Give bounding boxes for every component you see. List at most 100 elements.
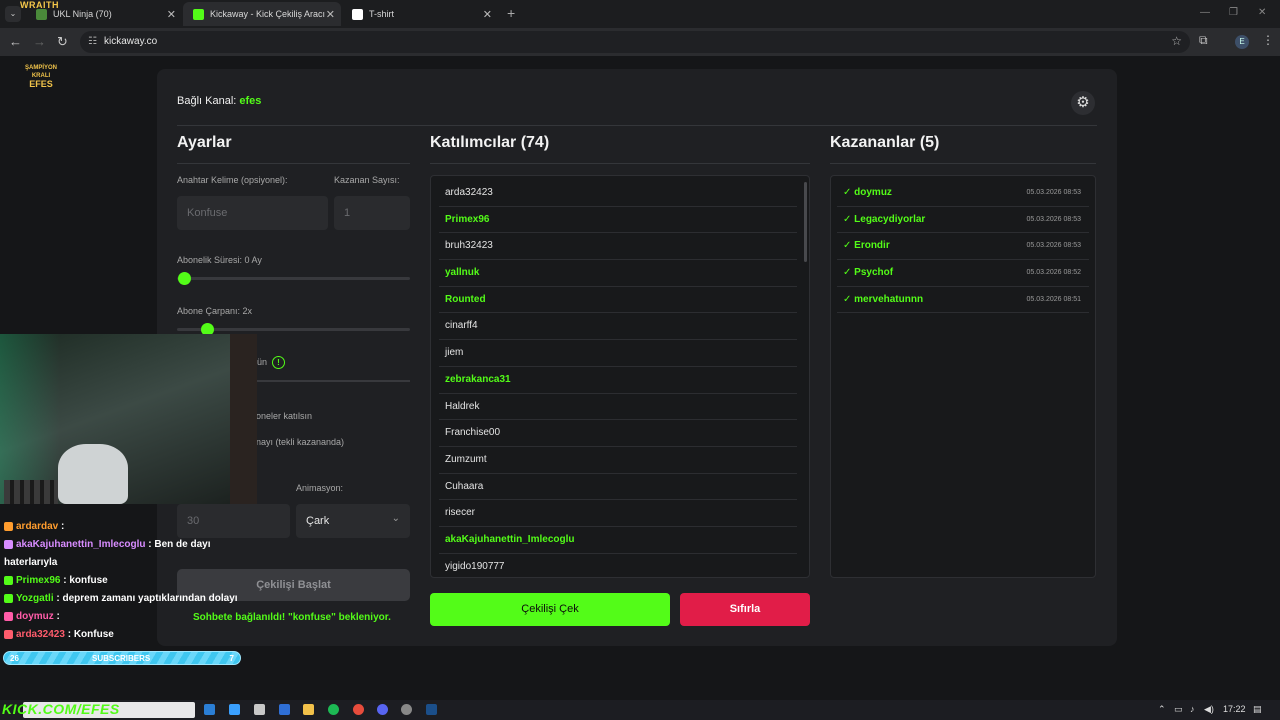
chat-text: : konfuse (60, 575, 108, 586)
windows-taskbar: KICK.COM/EFES ⌃ ▭ ♪ ◀) 17:22 ▤ (0, 700, 1280, 720)
chevron-down-icon: ⌄ (391, 513, 400, 524)
chat-message: doymuz : (4, 608, 254, 626)
kick-favicon-icon (193, 8, 204, 20)
participant-row: Rounted (439, 287, 797, 314)
network-icon[interactable]: ▭ (1174, 704, 1183, 715)
chat-message: Yozgatli : deprem zamanı yaptıklarından … (4, 590, 254, 608)
forward-icon[interactable]: → (33, 34, 46, 49)
subscribers-goal-bar: 26 SUBSCRIBERS 7 (3, 651, 241, 665)
settings-gear-icon[interactable]: ⚙ (1071, 91, 1095, 115)
new-tab-icon[interactable]: + (507, 5, 515, 21)
participant-row: akaKajuhanettin_Imlecoglu (439, 527, 797, 554)
channel-logo: ŞAMPİYON KRALI EFES (24, 65, 57, 89)
minimize-icon[interactable]: — (1200, 7, 1210, 18)
participant-row: bruh32423 (439, 233, 797, 261)
participant-row: Primex96 (439, 207, 797, 234)
winner-row: ✓ Legacydiyorlar 05.03.2026 08:53 (837, 207, 1089, 234)
profile-avatar[interactable]: E (1235, 35, 1249, 49)
keyword-label: Anahtar Kelime (opsiyonel): (177, 175, 288, 185)
microphone-icon[interactable]: ♪ (1190, 704, 1195, 714)
participants-list[interactable]: arda32423 Primex96 bruh32423 yallnuk Rounted… (430, 175, 810, 578)
reset-button[interactable]: Sıfırla (680, 593, 810, 626)
maximize-icon[interactable]: ❐ (1229, 7, 1238, 18)
bookmark-star-icon[interactable]: ☆ (1171, 34, 1182, 48)
winner-name: ✓ mervehatunnn (843, 293, 924, 305)
slider-track-partial[interactable] (257, 380, 410, 382)
chat-username: ardardav (16, 521, 59, 532)
browser-tab-bar: ⌄ WRAITH UKL Ninja (70) ✕ Kickaway - Kic… (0, 0, 1280, 28)
winner-row: ✓ mervehatunnn 05.03.2026 08:51 (837, 287, 1089, 314)
subs-join-label: oneler katılsın (256, 411, 313, 421)
tab-kickaway[interactable]: Kickaway - Kick Çekiliş Aracı ✕ (183, 2, 341, 26)
obs-icon[interactable] (401, 704, 412, 715)
participant-row: Haldrek (439, 394, 797, 421)
sub-duration-slider-thumb[interactable] (178, 272, 191, 285)
chat-username: doymuz (16, 611, 54, 622)
back-icon[interactable]: ← (9, 34, 22, 49)
copilot-icon[interactable] (229, 704, 240, 715)
chrome-icon[interactable] (353, 704, 364, 715)
partial-setting-label: ün (257, 357, 268, 367)
chat-badge-icon (4, 539, 13, 549)
info-icon[interactable]: ! (272, 356, 285, 369)
winner-timestamp: 05.03.2026 08:53 (1026, 242, 1082, 250)
keyword-input[interactable]: Konfuse (177, 196, 328, 230)
edge-icon[interactable] (204, 704, 215, 715)
chat-badge-icon (4, 593, 13, 603)
participant-row: cinarff4 (439, 313, 797, 341)
address-bar[interactable]: ☷ kickaway.co ☆ (80, 31, 1190, 53)
tray-chevron-icon[interactable]: ⌃ (1158, 704, 1166, 715)
participant-row: Zumzumt (439, 447, 797, 474)
file-explorer-icon[interactable] (303, 704, 314, 715)
divider (430, 163, 810, 164)
chat-text: : Konfuse (64, 629, 114, 640)
steam-icon[interactable] (426, 704, 437, 715)
close-window-icon[interactable]: ✕ (1258, 7, 1266, 18)
page-favicon-icon (352, 8, 363, 20)
clock[interactable]: 17:22 (1223, 704, 1246, 714)
reload-icon[interactable]: ↻ (57, 34, 68, 50)
store-icon[interactable] (254, 704, 265, 715)
winner-row: ✓ Erondir 05.03.2026 08:53 (837, 233, 1089, 261)
site-info-icon[interactable]: ☷ (88, 36, 97, 47)
tab-title: Kickaway - Kick Çekiliş Aracı (210, 9, 326, 19)
tab-search-button[interactable]: ⌄ (5, 6, 21, 22)
winner-timestamp: 05.03.2026 08:51 (1026, 295, 1082, 303)
volume-icon[interactable]: ◀) (1204, 704, 1214, 715)
participant-row: zebrakanca31 (439, 367, 797, 394)
sub-multiplier-label: Abone Çarpanı: 2x (177, 306, 253, 316)
tab-tshirt[interactable]: T-shirt ✕ (342, 2, 498, 26)
stream-chat-overlay: ardardav : akaKajuhanettin_Imlecoglu : B… (4, 518, 254, 644)
chat-message: akaKajuhanettin_Imlecoglu : Ben de dayı … (4, 536, 254, 572)
menu-kebab-icon[interactable]: ⋮ (1262, 33, 1274, 47)
chat-username: akaKajuhanettin_Imlecoglu (16, 539, 146, 550)
divider (177, 125, 1097, 126)
chat-message: arda32423 : Konfuse (4, 626, 254, 644)
connected-channel: Bağlı Kanal: efes (177, 95, 262, 107)
extensions-icon[interactable]: ⧉ (1199, 33, 1208, 48)
kick-url-overlay: KICK.COM/EFES (2, 701, 120, 717)
close-tab-icon[interactable]: ✕ (483, 8, 492, 21)
page-content: ŞAMPİYON KRALI EFES Bağlı Kanal: efes ⚙ … (0, 56, 1280, 700)
outlook-icon[interactable] (279, 704, 290, 715)
sub-duration-slider[interactable] (177, 277, 410, 280)
webcam-overlay (0, 334, 257, 504)
animation-select[interactable]: Çark ⌄ (296, 504, 410, 538)
draw-giveaway-button[interactable]: Çekilişi Çek (430, 593, 670, 626)
chat-badge-icon (4, 521, 13, 531)
channel-name: efes (239, 95, 262, 107)
close-tab-icon[interactable]: ✕ (167, 8, 176, 21)
divider (177, 163, 410, 164)
tab-ukl-ninja[interactable]: UKL Ninja (70) ✕ (26, 2, 182, 26)
single-winner-label: nayı (tekli kazananda) (256, 437, 345, 447)
winner-count-input[interactable]: 1 (334, 196, 410, 230)
chat-text: : (58, 521, 65, 532)
discord-icon[interactable] (377, 704, 388, 715)
spotify-icon[interactable] (328, 704, 339, 715)
winner-timestamp: 05.03.2026 08:53 (1026, 189, 1082, 196)
chat-message: Primex96 : konfuse (4, 572, 254, 590)
close-tab-icon[interactable]: ✕ (326, 8, 335, 21)
winner-row: ✓ doymuz 05.03.2026 08:53 (837, 180, 1089, 207)
participants-scrollbar[interactable] (804, 182, 807, 262)
notifications-icon[interactable]: ▤ (1253, 704, 1262, 715)
